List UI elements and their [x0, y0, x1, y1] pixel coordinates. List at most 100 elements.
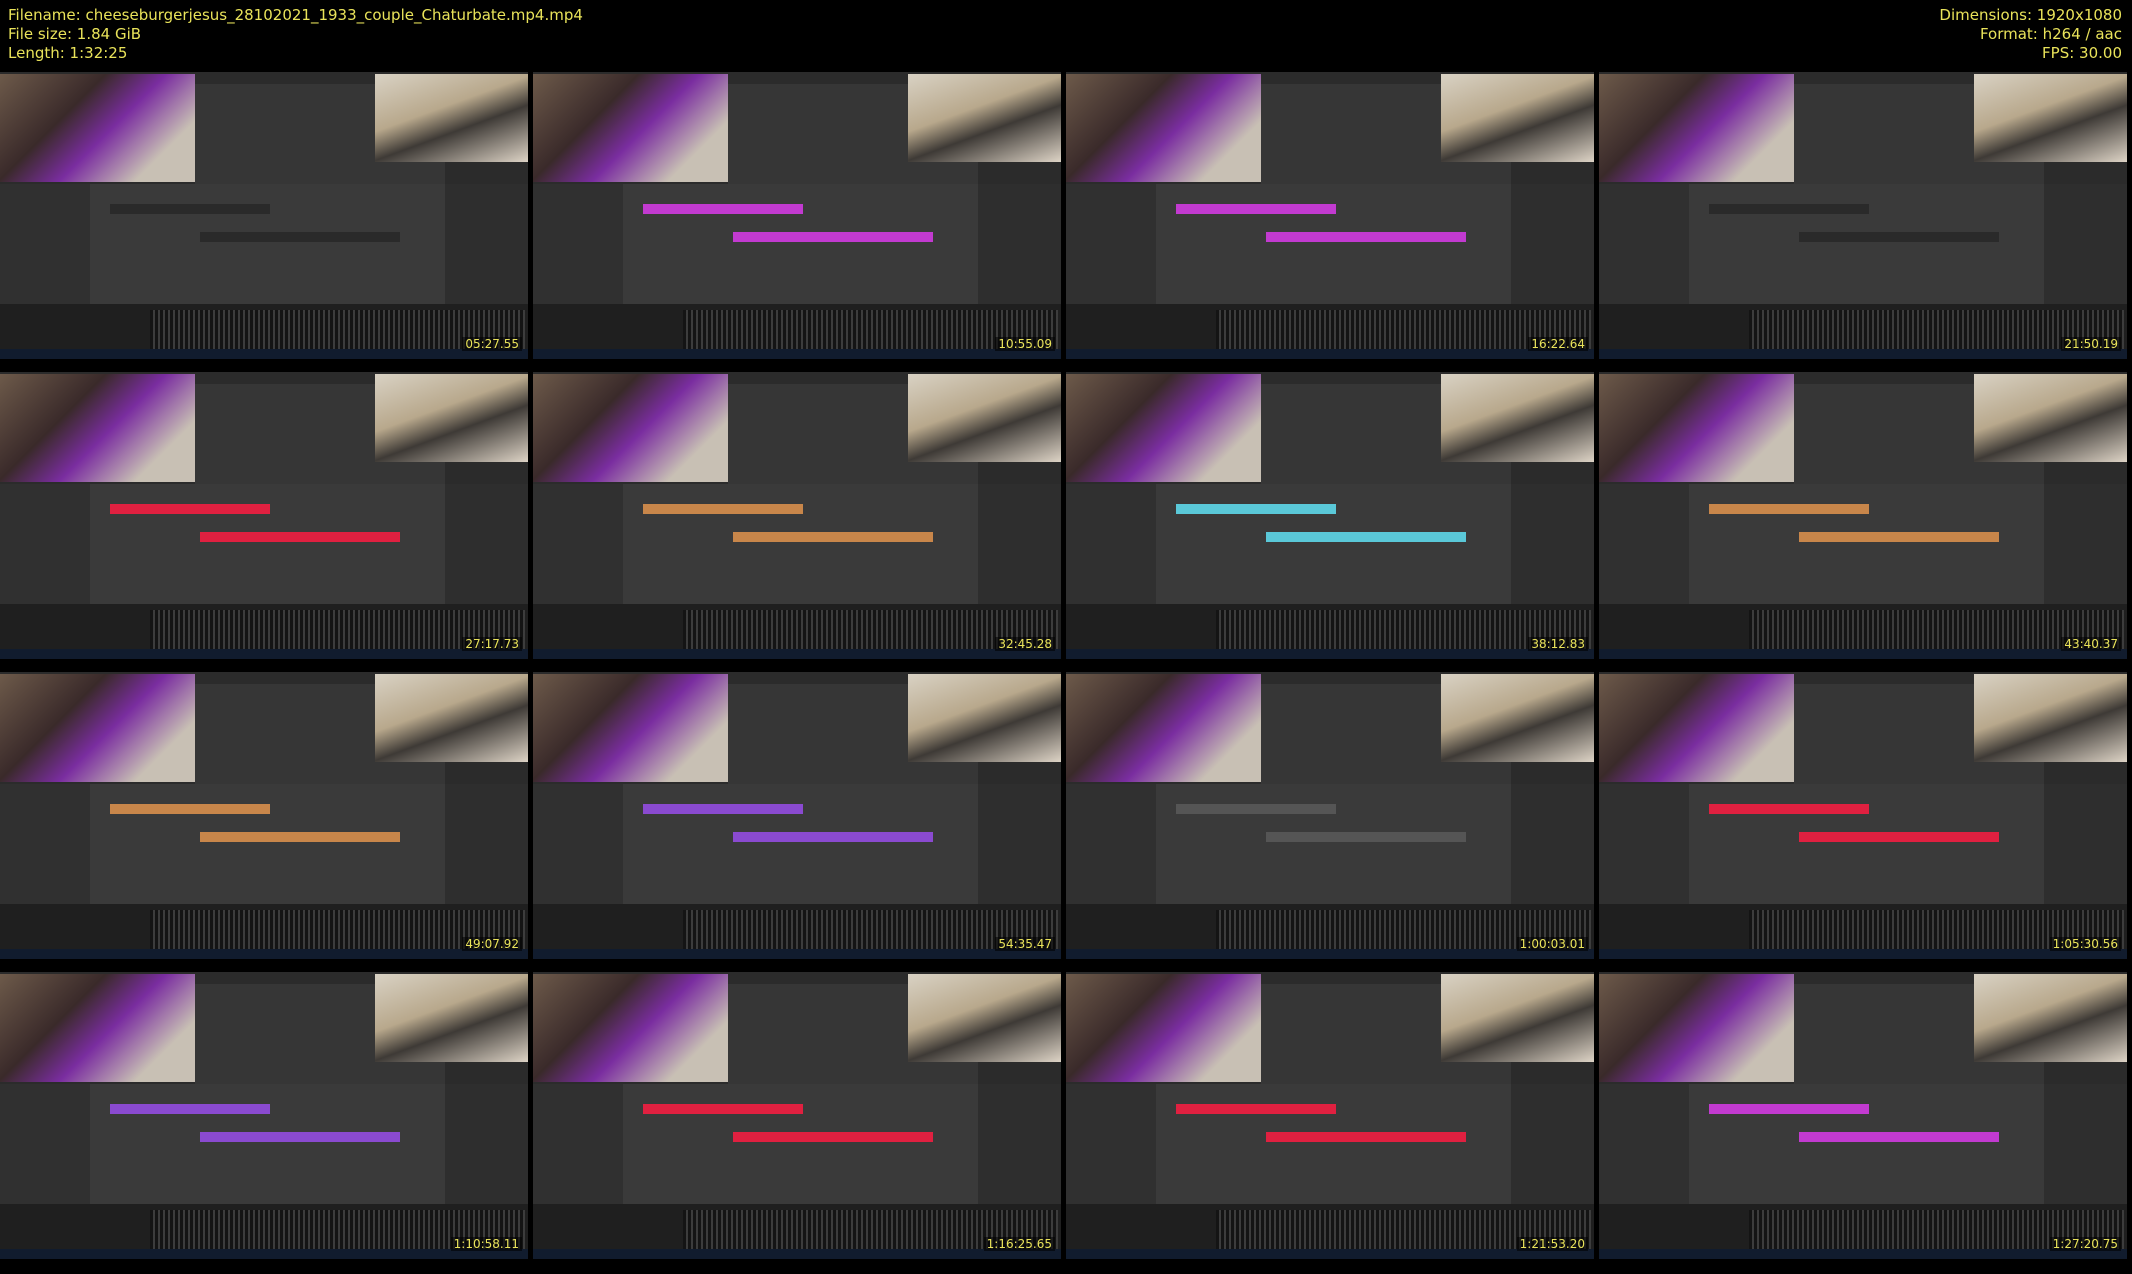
- webcam-performer-frame: [0, 74, 195, 182]
- audio-clip: [733, 532, 933, 542]
- daw-mixer-column: [1511, 484, 1594, 604]
- audio-clip: [1176, 1104, 1336, 1114]
- thumbnail-tile: 49:07.92: [0, 672, 530, 962]
- webcam-face-frame: [1974, 374, 2127, 462]
- webcam-performer-frame: [0, 374, 195, 482]
- webcam-performer-frame: [0, 974, 195, 1082]
- webcam-performer-frame: [1066, 674, 1261, 782]
- audio-clip: [1176, 504, 1336, 514]
- audio-clip: [1799, 232, 1999, 242]
- webcam-face-frame: [375, 974, 528, 1062]
- daw-track-area: [1156, 484, 1516, 604]
- daw-track-area: [623, 184, 983, 304]
- webcam-performer-frame: [1066, 374, 1261, 482]
- thumbnail-tile: 05:27.55: [0, 72, 530, 362]
- daw-track-area: [90, 1084, 450, 1204]
- webcam-performer-frame: [0, 674, 195, 782]
- daw-mixer-column: [445, 784, 528, 904]
- thumbnail-tile: 1:00:03.01: [1066, 672, 1596, 962]
- thumbnail-tile: 1:16:25.65: [533, 972, 1063, 1262]
- filename-line: Filename: cheeseburgerjesus_28102021_193…: [8, 6, 583, 24]
- webcam-performer-frame: [1066, 974, 1261, 1082]
- daw-track-area: [1689, 184, 2049, 304]
- timestamp-label: 1:16:25.65: [983, 1237, 1055, 1251]
- timestamp-label: 43:40.37: [2061, 637, 2121, 651]
- thumbnail-tile: 1:10:58.11: [0, 972, 530, 1262]
- video-info: Dimensions: 1920x1080 Format: h264 / aac…: [1939, 6, 2122, 63]
- audio-clip: [200, 232, 400, 242]
- audio-clip: [733, 1132, 933, 1142]
- timestamp-label: 1:10:58.11: [450, 1237, 522, 1251]
- daw-track-area: [1156, 184, 1516, 304]
- webcam-face-frame: [908, 374, 1061, 462]
- timestamp-label: 16:22.64: [1528, 337, 1588, 351]
- daw-track-area: [623, 1084, 983, 1204]
- daw-mixer-column: [445, 184, 528, 304]
- daw-track-area: [623, 784, 983, 904]
- webcam-face-frame: [375, 74, 528, 162]
- timestamp-label: 1:00:03.01: [1516, 937, 1588, 951]
- audio-clip: [1266, 232, 1466, 242]
- audio-clip: [1266, 532, 1466, 542]
- daw-track-area: [90, 784, 450, 904]
- audio-clip: [200, 532, 400, 542]
- webcam-face-frame: [908, 674, 1061, 762]
- webcam-face-frame: [1441, 374, 1594, 462]
- webcam-performer-frame: [533, 974, 728, 1082]
- daw-mixer-column: [2044, 1084, 2127, 1204]
- thumbnail-tile: 32:45.28: [533, 372, 1063, 662]
- audio-clip: [200, 832, 400, 842]
- webcam-face-frame: [1441, 974, 1594, 1062]
- os-taskbar: [1599, 649, 2127, 659]
- thumbnail-tile: 10:55.09: [533, 72, 1063, 362]
- audio-clip: [1799, 532, 1999, 542]
- timestamp-label: 10:55.09: [995, 337, 1055, 351]
- audio-clip: [110, 204, 270, 214]
- webcam-face-frame: [1974, 74, 2127, 162]
- webcam-performer-frame: [1599, 374, 1794, 482]
- audio-clip: [1709, 204, 1869, 214]
- dimensions-line: Dimensions: 1920x1080: [1939, 6, 2122, 24]
- daw-mixer-column: [978, 184, 1061, 304]
- os-taskbar: [0, 949, 528, 959]
- daw-mixer-column: [445, 1084, 528, 1204]
- webcam-performer-frame: [1599, 74, 1794, 182]
- webcam-performer-frame: [1066, 74, 1261, 182]
- audio-clip: [1799, 1132, 1999, 1142]
- timestamp-label: 1:21:53.20: [1516, 1237, 1588, 1251]
- audio-clip: [643, 504, 803, 514]
- daw-mixer-column: [2044, 484, 2127, 604]
- os-taskbar: [1066, 349, 1594, 359]
- audio-clip: [1176, 204, 1336, 214]
- timestamp-label: 32:45.28: [995, 637, 1055, 651]
- length-line: Length: 1:32:25: [8, 44, 128, 62]
- file-info: Filename: cheeseburgerjesus_28102021_193…: [8, 6, 583, 63]
- audio-clip: [1799, 832, 1999, 842]
- thumbnail-tile: 43:40.37: [1599, 372, 2129, 662]
- thumbnail-grid: 05:27.55 10:55.09 16:22.64 21:50.19 27:17.73…: [0, 72, 2132, 1274]
- daw-track-area: [1689, 484, 2049, 604]
- webcam-face-frame: [1974, 974, 2127, 1062]
- timestamp-label: 21:50.19: [2061, 337, 2121, 351]
- audio-clip: [1709, 504, 1869, 514]
- thumbnail-tile: 1:05:30.56: [1599, 672, 2129, 962]
- webcam-performer-frame: [533, 374, 728, 482]
- thumbnail-tile: 54:35.47: [533, 672, 1063, 962]
- os-taskbar: [533, 949, 1061, 959]
- daw-track-area: [1156, 784, 1516, 904]
- timestamp-label: 1:27:20.75: [2049, 1237, 2121, 1251]
- webcam-performer-frame: [533, 74, 728, 182]
- audio-clip: [1176, 804, 1336, 814]
- webcam-face-frame: [908, 74, 1061, 162]
- audio-clip: [1709, 1104, 1869, 1114]
- audio-clip: [110, 804, 270, 814]
- webcam-performer-frame: [1599, 974, 1794, 1082]
- webcam-performer-frame: [533, 674, 728, 782]
- audio-clip: [200, 1132, 400, 1142]
- timestamp-label: 38:12.83: [1528, 637, 1588, 651]
- audio-clip: [110, 504, 270, 514]
- timestamp-label: 49:07.92: [462, 937, 522, 951]
- audio-clip: [1709, 804, 1869, 814]
- daw-mixer-column: [2044, 784, 2127, 904]
- webcam-face-frame: [908, 974, 1061, 1062]
